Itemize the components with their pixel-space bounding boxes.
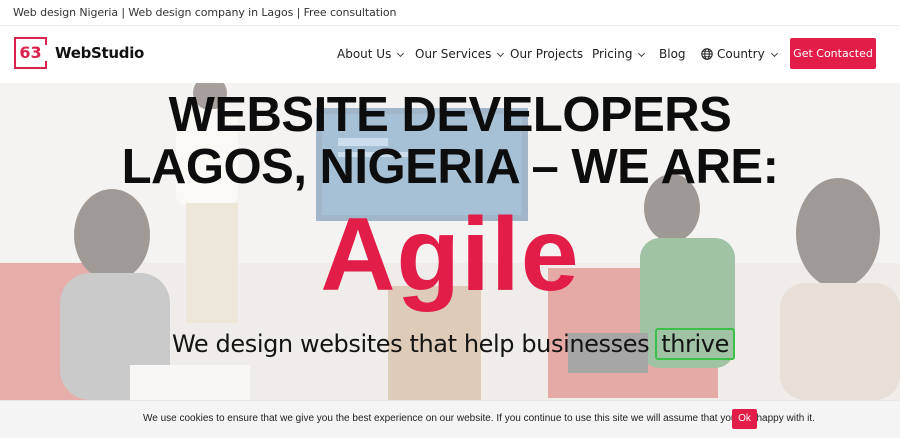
- nav-country-label: Country: [717, 47, 765, 61]
- hero-tagline: We design websites that help businesses t…: [172, 328, 735, 360]
- hero-tagline-prefix: We design websites that help businesses: [172, 330, 650, 358]
- top-info-bar: Web design Nigeria | Web design company …: [0, 0, 900, 26]
- cookie-ok-button[interactable]: Ok: [732, 409, 757, 429]
- get-contacted-button[interactable]: Get Contacted: [790, 38, 876, 69]
- nav-our-projects[interactable]: Our Projects: [510, 47, 583, 61]
- nav-country[interactable]: Country: [701, 47, 778, 61]
- nav-about-us-label: About Us: [337, 47, 392, 61]
- nav-pricing[interactable]: Pricing: [592, 47, 646, 61]
- top-info-text: Web design Nigeria | Web design company …: [13, 6, 397, 19]
- nav-our-services-label: Our Services: [415, 47, 492, 61]
- nav-about-us[interactable]: About Us: [337, 47, 405, 61]
- logo-mark: 63: [14, 37, 47, 69]
- globe-icon: [701, 48, 713, 60]
- logo[interactable]: 63 WebStudio: [14, 37, 144, 69]
- hero-section: WEBSITE DEVELOPERS LAGOS, NIGERIA – WE A…: [0, 83, 900, 400]
- cookie-notice-text: We use cookies to ensure that we give yo…: [143, 413, 815, 424]
- site-header: 63 WebStudio About Us Our Services Our P…: [0, 27, 900, 83]
- logo-text: WebStudio: [55, 44, 145, 62]
- nav-our-services[interactable]: Our Services: [415, 47, 505, 61]
- nav-pricing-label: Pricing: [592, 47, 633, 61]
- chevron-down-icon: [638, 49, 646, 58]
- chevron-down-icon: [397, 49, 405, 58]
- cookie-bar: We use cookies to ensure that we give yo…: [0, 400, 900, 438]
- chevron-down-icon: [770, 49, 778, 58]
- nav-blog[interactable]: Blog: [659, 47, 686, 61]
- hero-headline-line2: LAGOS, NIGERIA – WE ARE:: [121, 140, 779, 194]
- hero-rotating-word: Agile: [320, 197, 580, 313]
- chevron-down-icon: [497, 49, 505, 58]
- nav-our-projects-label: Our Projects: [510, 47, 584, 61]
- hero-headline-line1: WEBSITE DEVELOPERS: [168, 88, 732, 142]
- hero-tagline-highlight: thrive: [655, 328, 735, 360]
- nav-blog-label: Blog: [659, 47, 686, 61]
